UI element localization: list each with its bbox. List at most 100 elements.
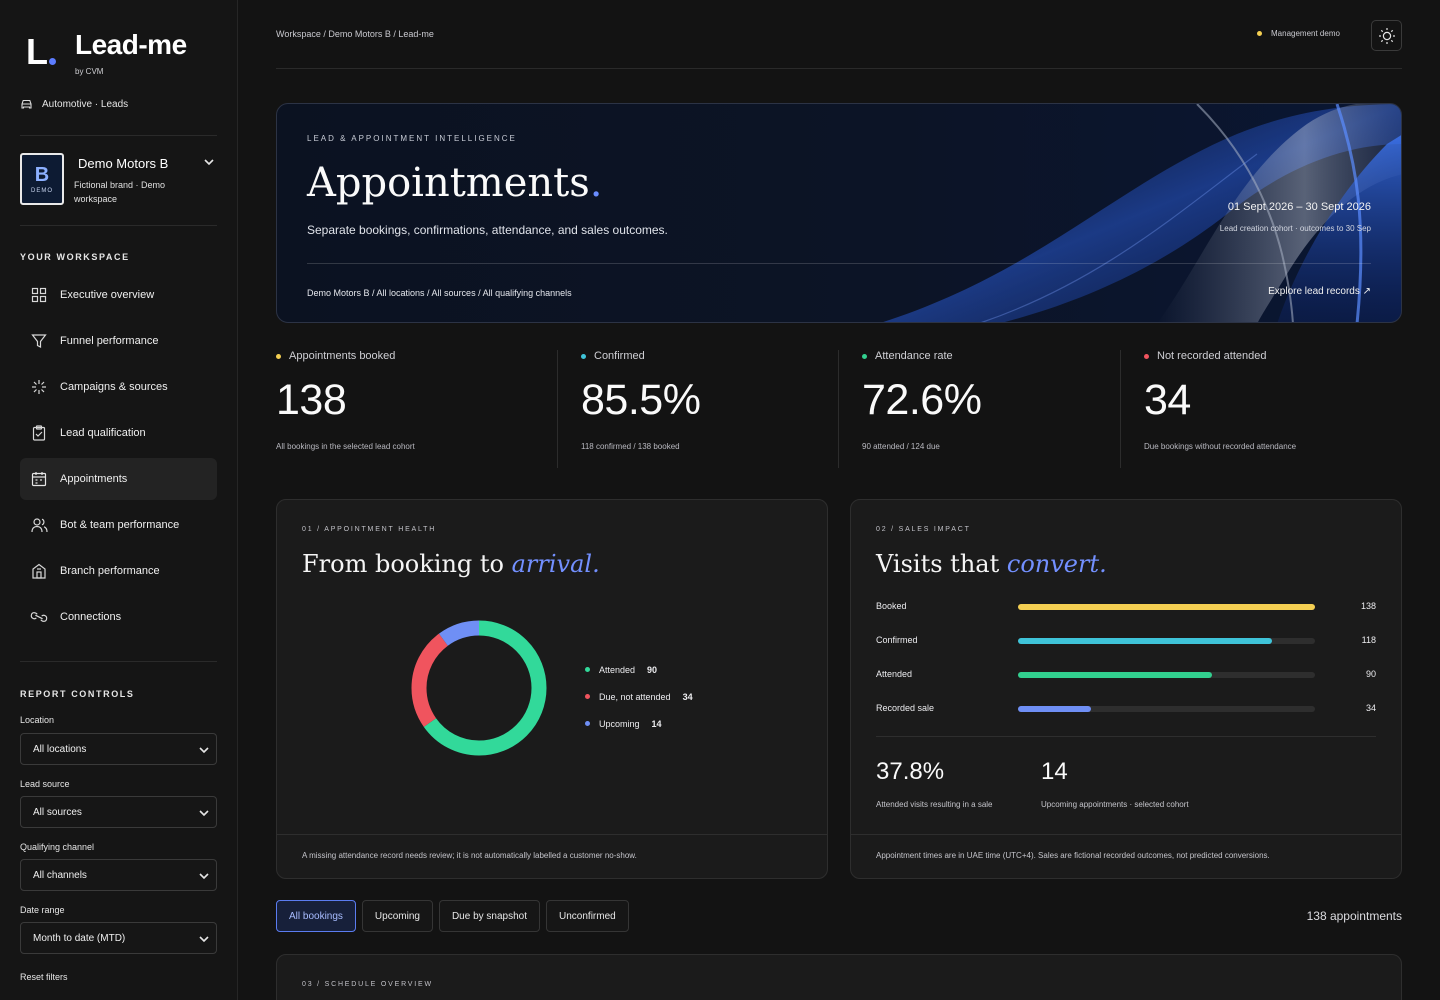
attendance-donut-chart <box>411 620 547 756</box>
grid-icon <box>31 287 47 303</box>
sidebar-item-lead-qualification[interactable]: Lead qualification <box>20 412 217 454</box>
industry-label: Automotive · Leads <box>20 99 128 110</box>
sidebar-item-funnel-performance[interactable]: Funnel performance <box>20 320 217 362</box>
kpi-dot <box>276 353 281 359</box>
workspace-name: Demo Motors B <box>78 156 169 171</box>
divider <box>277 834 827 835</box>
bar-label: Attended <box>876 669 913 679</box>
mode-label: Management demo <box>1271 29 1340 38</box>
chevron-down-icon <box>199 810 209 817</box>
card-title-text: From booking to <box>302 550 504 578</box>
tab-all-bookings[interactable]: All bookings <box>276 900 356 932</box>
page-title: Appointments. <box>307 160 603 206</box>
bar-row-recorded-sale: Recorded sale 34 <box>876 698 1376 732</box>
bar-value: 34 <box>1365 703 1376 713</box>
divider <box>838 350 839 468</box>
kpi-description: 118 confirmed / 138 booked <box>581 442 680 451</box>
sidebar-item-executive-overview[interactable]: Executive overview <box>20 274 217 316</box>
sales-impact-card: 02 / SALES IMPACT Visits that convert. B… <box>850 499 1402 879</box>
clipboard-check-icon <box>32 425 46 441</box>
card-eyebrow: 01 / APPOINTMENT HEALTH <box>302 526 437 533</box>
divider <box>851 834 1401 835</box>
chevron-down-icon <box>199 936 209 943</box>
kpi-appointments-booked: Appointments booked 138 All bookings in … <box>276 350 546 468</box>
chevron-down-icon <box>199 873 209 880</box>
logo[interactable]: L Lead-me by CVM <box>26 29 187 77</box>
sidebar-item-bot-team-performance[interactable]: Bot & team performance <box>20 504 217 546</box>
sidebar-item-label: Connections <box>60 611 122 623</box>
bar-fill <box>1018 604 1315 610</box>
card-eyebrow: 03 / SCHEDULE OVERVIEW <box>302 981 433 988</box>
donut-legend: Attended 90 Due, not attended 34 Upcoming 1… <box>585 656 693 737</box>
app-title: Lead-me <box>75 29 187 60</box>
bar-value: 138 <box>1360 601 1376 611</box>
sidebar-item-label: Bot & team performance <box>60 519 180 531</box>
legend-item-attended: Attended 90 <box>585 656 693 683</box>
card-title: Visits that convert. <box>876 550 1107 578</box>
hero-eyebrow: LEAD & APPOINTMENT INTELLIGENCE <box>307 134 517 143</box>
bar-fill <box>1018 638 1272 644</box>
lead-source-select[interactable]: All sources <box>20 796 217 828</box>
kpi-label: Not recorded attended <box>1157 350 1267 362</box>
location-select[interactable]: All locations <box>20 733 217 765</box>
workspace-selector[interactable]: B DEMO Demo Motors B Fictional brand · D… <box>20 153 217 205</box>
kpi-dot <box>1144 353 1149 359</box>
bar-value: 90 <box>1365 669 1376 679</box>
divider <box>557 350 558 468</box>
channel-select[interactable]: All channels <box>20 859 217 891</box>
workspace-badge-tag: DEMO <box>31 187 53 194</box>
bar-row-confirmed: Confirmed 118 <box>876 630 1376 664</box>
date-range-select[interactable]: Month to date (MTD) <box>20 922 217 954</box>
sidebar-item-connections[interactable]: Connections <box>20 596 217 638</box>
tab-unconfirmed[interactable]: Unconfirmed <box>546 900 629 932</box>
bar-track <box>1018 604 1315 610</box>
sidebar-item-appointments[interactable]: Appointments <box>20 458 217 500</box>
date-range-label: Date range <box>20 905 65 915</box>
divider <box>20 135 217 136</box>
divider <box>1120 350 1121 468</box>
legend-dot <box>585 667 590 672</box>
bar-label: Booked <box>876 601 907 611</box>
sidebar-item-branch-performance[interactable]: Branch performance <box>20 550 217 592</box>
legend-label: Due, not attended <box>599 691 671 702</box>
schedule-overview-card: 03 / SCHEDULE OVERVIEW <box>276 954 1402 1000</box>
bar-row-attended: Attended 90 <box>876 664 1376 698</box>
breadcrumb[interactable]: Workspace / Demo Motors B / Lead-me <box>276 29 434 39</box>
location-value: All locations <box>33 743 87 755</box>
sale-conversion-stat: 37.8% Attended visits resulting in a sal… <box>876 758 993 809</box>
sidebar-item-label: Lead qualification <box>60 427 146 439</box>
divider <box>307 263 1371 264</box>
tab-upcoming[interactable]: Upcoming <box>361 900 433 932</box>
bar-label: Confirmed <box>876 635 918 645</box>
workspace-badge: B DEMO <box>20 153 64 205</box>
kpi-confirmed: Confirmed 85.5% 118 confirmed / 138 book… <box>581 350 831 468</box>
chevron-down-icon <box>199 747 209 754</box>
chevron-down-icon[interactable] <box>203 157 215 167</box>
card-title-accent: arrival. <box>511 550 600 578</box>
appointments-count: 138 appointments <box>1306 909 1402 923</box>
reset-filters-link[interactable]: Reset filters <box>20 972 68 982</box>
sales-funnel-bars: Booked 138 Confirmed 118 Attended 90 Record… <box>876 596 1376 732</box>
bar-value: 118 <box>1361 635 1376 645</box>
date-range-display: 01 Sept 2026 – 30 Sept 2026 <box>1227 201 1371 213</box>
lead-source-value: All sources <box>33 806 82 818</box>
legend-label: Attended <box>599 664 636 675</box>
theme-toggle-button[interactable] <box>1371 20 1402 51</box>
tab-due-by-snapshot[interactable]: Due by snapshot <box>438 900 541 932</box>
divider <box>876 736 1376 737</box>
logo-letter: L <box>26 31 48 72</box>
building-icon <box>32 563 46 579</box>
kpi-label: Attendance rate <box>875 350 953 362</box>
card-title: From booking to arrival. <box>302 550 600 578</box>
logo-dot <box>49 58 56 65</box>
kpi-dot <box>862 353 867 359</box>
stat-value: 37.8% <box>876 758 945 785</box>
explore-lead-records-link[interactable]: Explore lead records ↗ <box>1268 286 1371 297</box>
industry-text: Automotive · Leads <box>42 99 129 110</box>
legend-dot <box>585 721 590 726</box>
sun-icon <box>1378 27 1395 44</box>
sidebar-item-campaigns-sources[interactable]: Campaigns & sources <box>20 366 217 408</box>
sidebar-item-label: Executive overview <box>60 289 155 301</box>
car-icon <box>21 99 32 109</box>
card-title-text: Visits that <box>876 550 1000 578</box>
